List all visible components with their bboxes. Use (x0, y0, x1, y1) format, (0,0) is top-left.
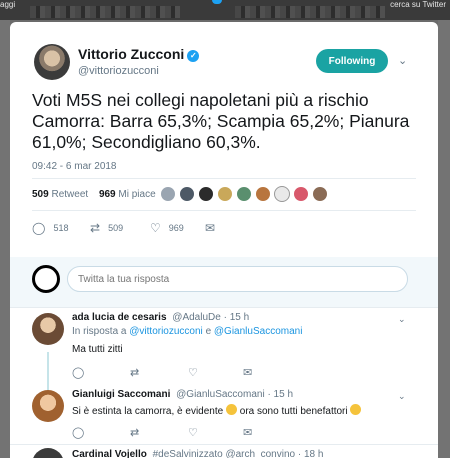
envelope-icon[interactable]: ✉ (243, 366, 252, 379)
retweet-icon[interactable]: ⇄ (130, 426, 139, 439)
reply-author-name[interactable]: Cardinal Vojello (72, 449, 147, 458)
overlay-backdrop-left[interactable] (0, 20, 10, 458)
reply-avatar[interactable] (32, 390, 64, 422)
mention-link[interactable]: @GianluSaccomani (214, 326, 303, 337)
tweet-stats: 509 Retweet 969 Mi piace (32, 189, 156, 200)
verified-badge-icon: ✓ (187, 50, 200, 62)
mention-link[interactable]: @vittoriozucconi (129, 326, 203, 337)
like-button[interactable]: ♡ 969 (150, 221, 184, 235)
liker-avatar[interactable] (312, 186, 328, 202)
tweet-text: Voti M5S nei collegi napoletani più a ri… (32, 90, 410, 152)
envelope-icon: ✉ (205, 221, 216, 235)
divider (10, 444, 438, 445)
top-navigation-bar: aggi cerca su Twitter (0, 0, 450, 20)
chevron-down-icon[interactable]: ⌄ (398, 391, 406, 402)
liker-avatar[interactable] (198, 186, 214, 202)
divider (10, 307, 438, 308)
reply-header: ada lucia de cesaris @AdaluDe · 15 h (72, 312, 249, 323)
rofl-face-icon (350, 404, 362, 415)
reply-text: Si è estinta la camorra, è evidente ora … (72, 404, 362, 417)
message-button[interactable]: ✉ (205, 221, 223, 235)
reply-icon: ◯ (32, 221, 46, 235)
like-count[interactable]: 969 (99, 189, 116, 200)
reply-icon[interactable]: ◯ (72, 366, 84, 379)
twitter-bird-icon[interactable] (212, 0, 222, 4)
retweet-button[interactable]: ⇄ 509 (90, 221, 123, 235)
reply-header: Cardinal Vojello #deSalvinizzato @arch_c… (72, 449, 323, 458)
reply-text: Ma tutti zitti (72, 344, 123, 355)
liker-avatar[interactable] (255, 186, 271, 202)
retweet-label[interactable]: Retweet (51, 189, 88, 200)
reply-avatar[interactable] (32, 313, 64, 345)
following-button[interactable]: Following (316, 49, 388, 73)
reply-author-handle[interactable]: #deSalvinizzato @arch_convino (153, 449, 295, 458)
overlay-backdrop-right[interactable] (438, 20, 450, 458)
heart-icon[interactable]: ♡ (188, 366, 198, 379)
reply-icon[interactable]: ◯ (72, 426, 84, 439)
nav-label[interactable]: aggi (0, 0, 15, 9)
reply-input[interactable] (67, 266, 408, 292)
reply-time[interactable]: · 15 h (224, 312, 250, 323)
liker-avatar[interactable] (293, 186, 309, 202)
envelope-icon[interactable]: ✉ (243, 426, 252, 439)
reply-author-name[interactable]: ada lucia de cesaris (72, 312, 167, 323)
liker-avatar[interactable] (217, 186, 233, 202)
chevron-down-icon[interactable]: ⌄ (398, 54, 410, 67)
author-name[interactable]: Vittorio Zucconi ✓ (78, 46, 200, 62)
liker-avatar[interactable] (179, 186, 195, 202)
retweet-count[interactable]: 509 (32, 189, 49, 200)
reply-author-handle[interactable]: @GianluSaccomani (176, 389, 265, 400)
user-avatar (32, 265, 60, 293)
retweet-icon[interactable]: ⇄ (130, 366, 139, 379)
search-hint[interactable]: cerca su Twitter (390, 0, 446, 9)
retweet-icon: ⇄ (90, 221, 101, 235)
divider (32, 178, 416, 179)
reply-header: Gianluigi Saccomani @GianluSaccomani · 1… (72, 389, 293, 400)
reply-time[interactable]: · 15 h (267, 389, 293, 400)
chevron-down-icon[interactable]: ⌄ (398, 314, 406, 325)
liker-avatar[interactable] (274, 186, 290, 202)
author-avatar[interactable] (34, 44, 70, 80)
reply-author-handle[interactable]: @AdaluDe (172, 312, 221, 323)
thinking-face-icon (225, 404, 237, 415)
reply-author-name[interactable]: Gianluigi Saccomani (72, 389, 170, 400)
liker-avatar[interactable] (236, 186, 252, 202)
divider (32, 210, 416, 211)
heart-icon: ♡ (150, 221, 161, 235)
tweet-timestamp[interactable]: 09:42 - 6 mar 2018 (32, 161, 117, 172)
reply-avatar[interactable] (32, 448, 64, 458)
liker-avatar[interactable] (160, 186, 176, 202)
in-reply-to: In risposta a @vittoriozucconi e @Gianlu… (72, 326, 303, 337)
like-label[interactable]: Mi piace (118, 189, 155, 200)
tweet-modal: Vittorio Zucconi ✓ @vittoriozucconi Follo… (10, 22, 438, 458)
author-handle[interactable]: @vittoriozucconi (78, 65, 159, 77)
heart-icon[interactable]: ♡ (188, 426, 198, 439)
reply-time[interactable]: · 18 h (298, 449, 324, 458)
reply-button[interactable]: ◯ 518 (32, 221, 68, 235)
